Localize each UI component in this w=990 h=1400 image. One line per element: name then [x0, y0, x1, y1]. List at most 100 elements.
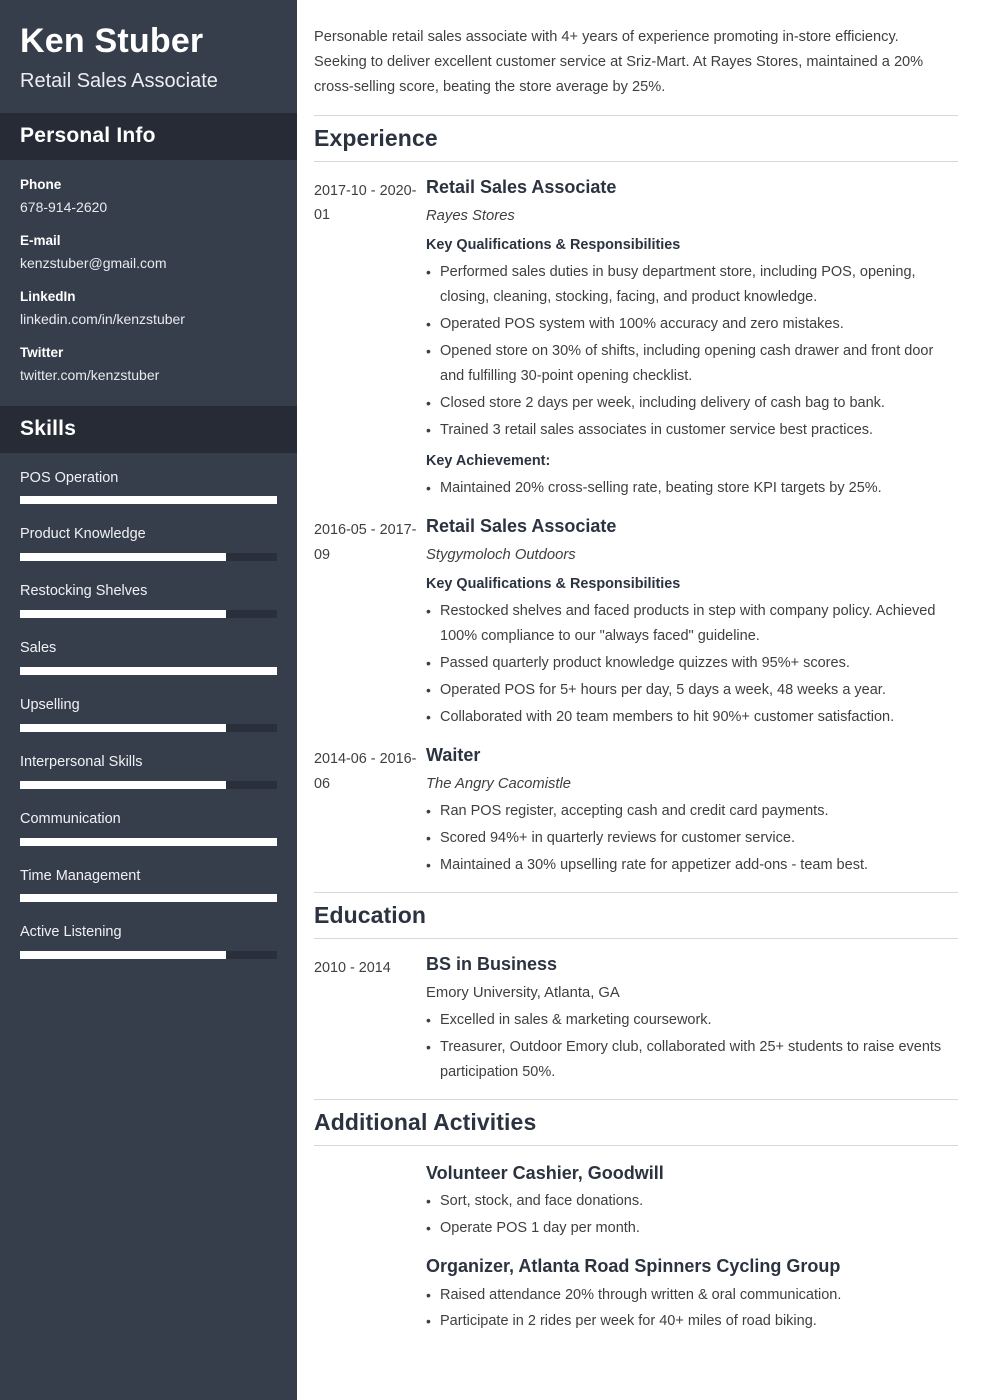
- skill-label: Sales: [20, 640, 57, 657]
- entry-body: BS in Business Emory University, Atlanta…: [426, 953, 958, 1085]
- skill-bar-track: [20, 496, 277, 505]
- section-education: Education 2010 - 2014 BS in Business Emo…: [314, 891, 958, 1085]
- skill-item: POS Operation: [20, 469, 277, 505]
- skill-label: Interpersonal Skills: [20, 753, 143, 770]
- activity-entry: Volunteer Cashier, Goodwill Sort, stock,…: [314, 1146, 958, 1241]
- entry-subheading-achievement: Key Achievement:: [426, 452, 551, 469]
- skill-label: Time Management: [20, 867, 141, 884]
- skill-item: Sales: [20, 639, 277, 676]
- section-title-experience: Experience: [314, 114, 958, 162]
- skill-label: Communication: [20, 810, 121, 827]
- contact-label: Phone: [20, 177, 62, 193]
- bullet-item: Opened store on 30% of shifts, including…: [426, 339, 958, 389]
- skill-item: Communication: [20, 810, 277, 846]
- resume-page: Ken Stuber Retail Sales Associate Person…: [0, 0, 990, 1400]
- entry-subheading: Key Qualifications & Responsibilities: [426, 576, 681, 593]
- skills-list: POS Operation Product Knowledge Restocki…: [0, 453, 297, 1005]
- skill-item: Active Listening: [20, 923, 277, 960]
- skill-label: Restocking Shelves: [20, 583, 148, 600]
- entry-subheading: Key Qualifications & Responsibilities: [426, 236, 681, 253]
- entry-organization: The Angry Cacomistle: [426, 776, 572, 793]
- entry-bullet-list: Performed sales duties in busy departmen…: [426, 260, 958, 443]
- bullet-item: Treasurer, Outdoor Emory club, collabora…: [426, 1035, 958, 1085]
- skill-bar-fill: [20, 610, 226, 619]
- entry-dates: 2014-06 - 2016-06: [314, 751, 417, 792]
- experience-entry: 2017-10 - 2020-01 Retail Sales Associate…: [314, 162, 958, 501]
- skill-bar-track: [20, 610, 277, 619]
- candidate-name: Ken Stuber: [20, 22, 204, 60]
- bullet-item: Closed store 2 days per week, including …: [426, 391, 958, 416]
- skill-bar-fill: [20, 667, 277, 676]
- skill-bar-track: [20, 667, 277, 676]
- skill-bar-fill: [20, 723, 226, 732]
- entry-dates: 2016-05 - 2017-09: [314, 521, 417, 563]
- contact-item-email: E-mail kenzstuber@gmail.com: [20, 232, 277, 274]
- entry-bullet-list: Ran POS register, accepting cash and cre…: [426, 799, 958, 878]
- main-content: Personable retail sales associate with 4…: [297, 0, 990, 1400]
- bullet-item: Trained 3 retail sales associates in cus…: [426, 418, 958, 443]
- bullet-item: Raised attendance 20% through written & …: [426, 1283, 958, 1308]
- section-title-additional-activities: Additional Activities: [314, 1098, 958, 1146]
- contact-label: LinkedIn: [20, 288, 76, 304]
- bullet-item: Maintained 20% cross-selling rate, beati…: [426, 476, 958, 501]
- bullet-item: Operated POS for 5+ hours per day, 5 day…: [426, 678, 958, 703]
- bullet-item: Excelled in sales & marketing coursework…: [426, 1008, 958, 1033]
- skill-label: Upselling: [20, 697, 80, 714]
- skill-bar-track: [20, 780, 277, 789]
- contact-label: Twitter: [20, 344, 64, 360]
- contact-value-email[interactable]: kenzstuber@gmail.com: [20, 253, 277, 274]
- entry-achievement-list: Maintained 20% cross-selling rate, beati…: [426, 476, 958, 501]
- skill-label: Product Knowledge: [20, 526, 146, 543]
- entry-body: Retail Sales Associate Rayes Stores Key …: [426, 176, 958, 501]
- skill-bar-fill: [20, 780, 226, 789]
- entry-body: Waiter The Angry Cacomistle Ran POS regi…: [426, 744, 958, 878]
- bullet-item: Passed quarterly product knowledge quizz…: [426, 651, 958, 676]
- activity-bullet-list: Sort, stock, and face donations.Operate …: [426, 1189, 958, 1241]
- skill-bar-track: [20, 837, 277, 846]
- skill-bar-track: [20, 951, 277, 960]
- experience-entry: 2016-05 - 2017-09 Retail Sales Associate…: [314, 501, 958, 730]
- entry-role: Retail Sales Associate: [426, 515, 617, 536]
- skill-bar-track: [20, 723, 277, 732]
- entry-degree: BS in Business: [426, 953, 558, 974]
- skill-bar-track: [20, 553, 277, 562]
- entry-role: Waiter: [426, 745, 481, 766]
- activity-bullet-list: Raised attendance 20% through written & …: [426, 1283, 958, 1335]
- section-experience: Experience 2017-10 - 2020-01 Retail Sale…: [314, 114, 958, 878]
- bullet-item: Participate in 2 rides per week for 40+ …: [426, 1309, 958, 1334]
- bullet-item: Operate POS 1 day per month.: [426, 1216, 958, 1241]
- activity-title: Organizer, Atlanta Road Spinners Cycling…: [426, 1256, 841, 1277]
- sidebar: Ken Stuber Retail Sales Associate Person…: [0, 0, 297, 1400]
- section-additional-activities: Additional Activities Volunteer Cashier,…: [314, 1098, 958, 1335]
- contact-label: E-mail: [20, 232, 61, 248]
- entry-role: Retail Sales Associate: [426, 176, 617, 197]
- skill-item: Restocking Shelves: [20, 582, 277, 619]
- entry-organization: Stygymoloch Outdoors: [426, 547, 576, 564]
- contact-value-phone[interactable]: 678-914-2620: [20, 197, 277, 218]
- experience-entry: 2014-06 - 2016-06 Waiter The Angry Cacom…: [314, 730, 958, 878]
- skill-item: Interpersonal Skills: [20, 753, 277, 789]
- contact-item-twitter: Twitter twitter.com/kenzstuber: [20, 344, 277, 386]
- skills-heading: Skills: [0, 405, 297, 453]
- contact-value-linkedin[interactable]: linkedin.com/in/kenzstuber: [20, 309, 277, 330]
- skill-bar-fill: [20, 496, 277, 505]
- personal-info-list: Phone 678-914-2620 E-mail kenzstuber@gma…: [0, 160, 297, 406]
- entry-body: Retail Sales Associate Stygymoloch Outdo…: [426, 515, 958, 730]
- contact-item-phone: Phone 678-914-2620: [20, 176, 277, 218]
- entry-dates: 2010 - 2014: [314, 959, 391, 976]
- skill-label: POS Operation: [20, 469, 119, 486]
- entry-bullet-list: Restocked shelves and faced products in …: [426, 599, 958, 730]
- bullet-item: Operated POS system with 100% accuracy a…: [426, 312, 958, 337]
- bullet-item: Performed sales duties in busy departmen…: [426, 260, 958, 310]
- bullet-item: Ran POS register, accepting cash and cre…: [426, 799, 958, 824]
- entry-bullet-list: Excelled in sales & marketing coursework…: [426, 1008, 958, 1085]
- section-title-education: Education: [314, 891, 958, 939]
- bullet-item: Maintained a 30% upselling rate for appe…: [426, 853, 958, 878]
- contact-value-twitter[interactable]: twitter.com/kenzstuber: [20, 365, 277, 386]
- entry-dates: 2017-10 - 2020-01: [314, 182, 417, 224]
- skill-bar-fill: [20, 951, 226, 960]
- skill-item: Upselling: [20, 696, 277, 732]
- skill-bar-fill: [20, 553, 226, 562]
- skill-bar-fill: [20, 894, 277, 903]
- activity-entry: Organizer, Atlanta Road Spinners Cycling…: [314, 1241, 958, 1334]
